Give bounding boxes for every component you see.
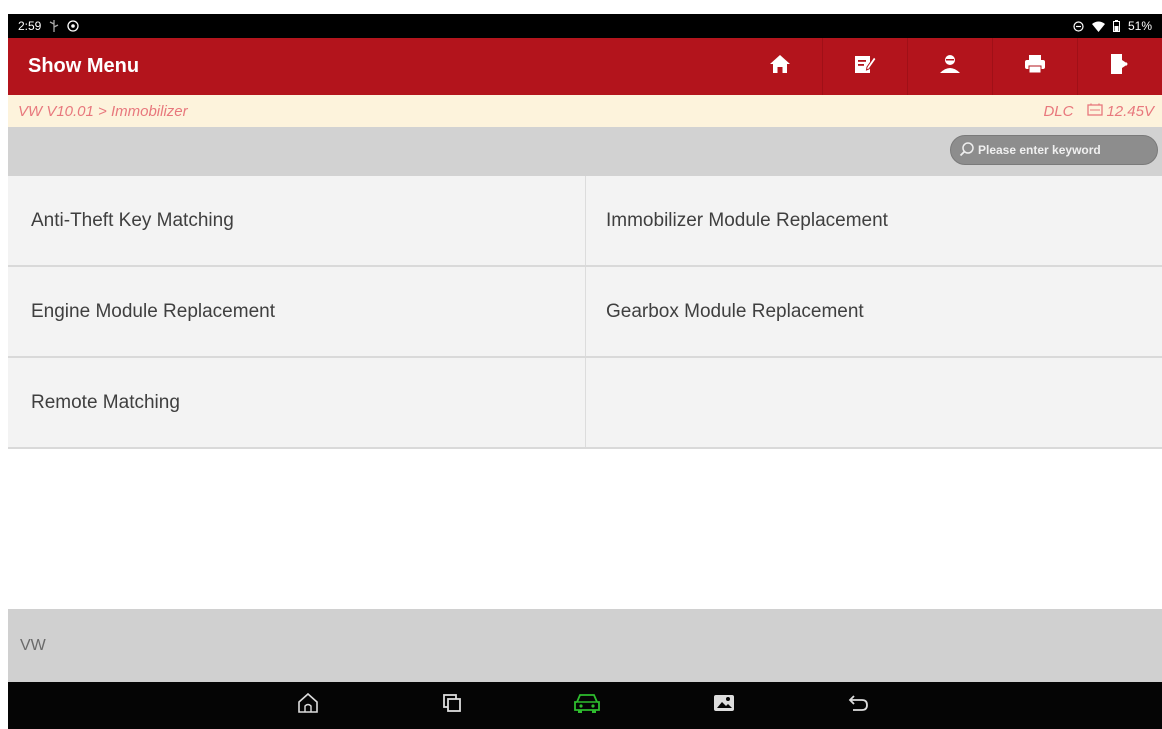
edit-report-button[interactable] <box>822 38 907 95</box>
nav-vehicle-button[interactable] <box>570 690 604 720</box>
dlc-label: DLC <box>1043 102 1074 120</box>
menu-row: Engine Module Replacement Gearbox Module… <box>8 267 1162 358</box>
app-header: Show Menu <box>8 38 1162 95</box>
back-icon <box>847 693 869 718</box>
menu-item-empty <box>585 358 1162 447</box>
nav-home-button[interactable] <box>291 690 325 720</box>
exit-button[interactable] <box>1077 38 1162 95</box>
home-button[interactable] <box>737 38 822 95</box>
voltage-value: 12.45V <box>1106 102 1154 120</box>
car-icon <box>573 692 601 719</box>
nav-recents-button[interactable] <box>435 690 469 720</box>
navigation-bar <box>8 682 1162 729</box>
menu-item-engine-module-replacement[interactable]: Engine Module Replacement <box>8 267 585 356</box>
status-time: 2:59 <box>18 19 42 33</box>
search-input[interactable] <box>978 143 1148 157</box>
print-icon <box>1024 54 1046 79</box>
home-outline-icon <box>297 692 319 719</box>
footer-bar: VW <box>8 609 1162 682</box>
do-not-disturb-icon <box>1073 20 1084 32</box>
user-icon <box>938 54 962 79</box>
status-bar: 2:59 51% <box>8 14 1162 38</box>
function-menu: Anti-Theft Key Matching Immobilizer Modu… <box>8 176 1162 449</box>
exit-icon <box>1109 53 1131 80</box>
search-bar <box>8 127 1162 176</box>
notification-icon <box>67 20 80 32</box>
battery-level: 51% <box>1127 19 1152 33</box>
voltage-indicator: 12.45V <box>1087 103 1154 120</box>
page-title: Show Menu <box>28 55 140 77</box>
menu-item-immobilizer-module-replacement[interactable]: Immobilizer Module Replacement <box>585 176 1162 265</box>
battery-icon <box>1112 20 1120 32</box>
breadcrumb: VW V10.01 > Immobilizer DLC 12.45V <box>8 95 1162 127</box>
footer-label: VW <box>20 636 46 654</box>
menu-item-remote-matching[interactable]: Remote Matching <box>8 358 585 447</box>
battery-voltage-icon <box>1087 103 1104 120</box>
menu-row: Remote Matching <box>8 358 1162 449</box>
menu-row: Anti-Theft Key Matching Immobilizer Modu… <box>8 176 1162 267</box>
wifi-icon <box>1091 21 1105 32</box>
usb-icon <box>49 20 59 32</box>
header-toolbar <box>737 38 1162 95</box>
gallery-icon <box>713 694 735 717</box>
nav-back-button[interactable] <box>841 690 875 720</box>
recent-apps-icon <box>442 693 462 718</box>
breadcrumb-path: VW V10.01 > Immobilizer <box>18 102 188 120</box>
screen: 2:59 51% Show Menu VW V10.01 > Immobiliz… <box>0 0 1162 729</box>
user-button[interactable] <box>907 38 992 95</box>
edit-report-icon <box>854 53 877 80</box>
menu-item-anti-theft-key-matching[interactable]: Anti-Theft Key Matching <box>8 176 585 265</box>
home-icon <box>769 54 791 79</box>
search-box[interactable] <box>950 135 1158 165</box>
nav-gallery-button[interactable] <box>707 690 741 720</box>
menu-item-gearbox-module-replacement[interactable]: Gearbox Module Replacement <box>585 267 1162 356</box>
print-button[interactable] <box>992 38 1077 95</box>
search-icon <box>959 141 975 160</box>
